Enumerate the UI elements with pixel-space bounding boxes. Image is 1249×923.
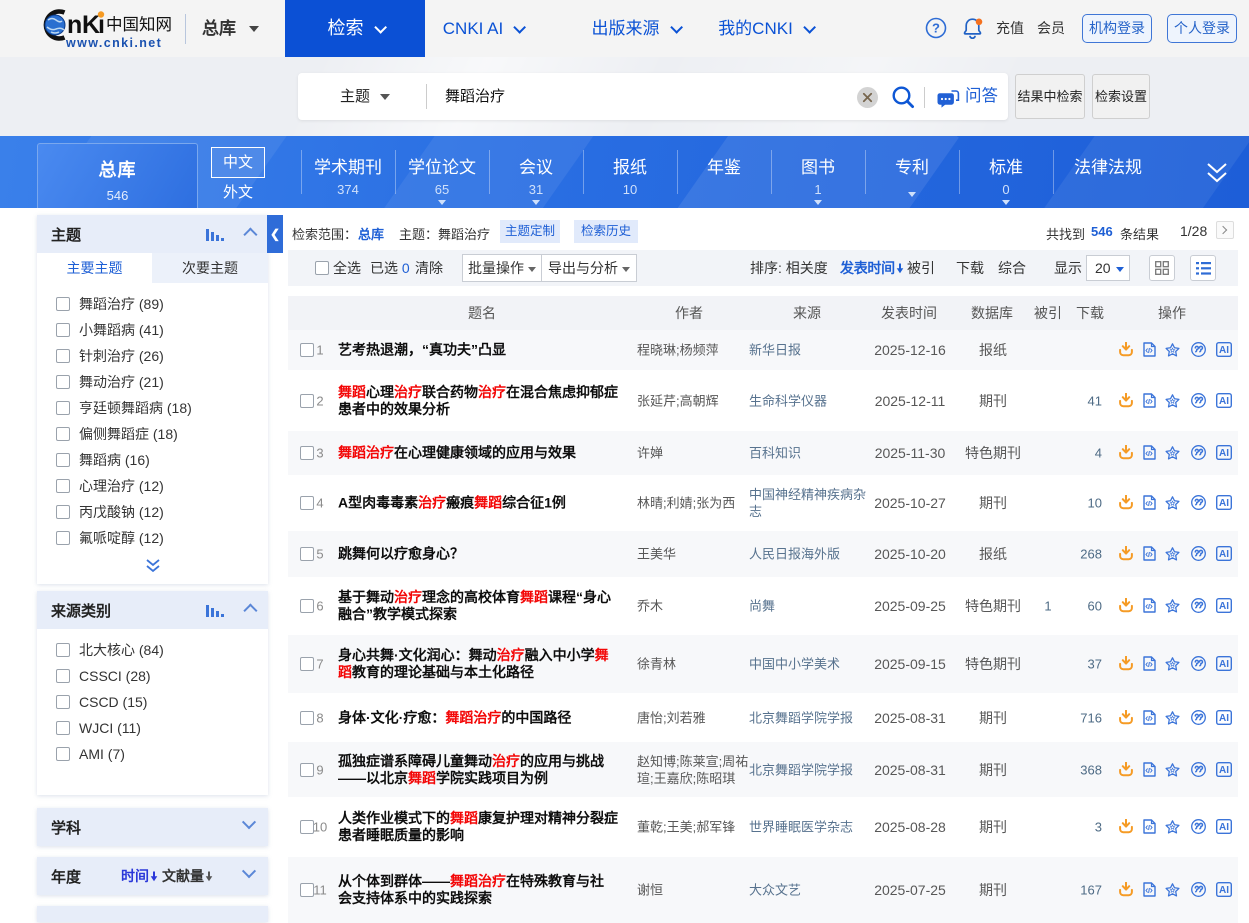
svg-text:www.cnki.net: www.cnki.net	[65, 36, 162, 50]
svg-text:中国知网: 中国知网	[106, 15, 172, 34]
svg-text:?: ?	[932, 21, 940, 36]
svg-text:n: n	[67, 11, 82, 39]
